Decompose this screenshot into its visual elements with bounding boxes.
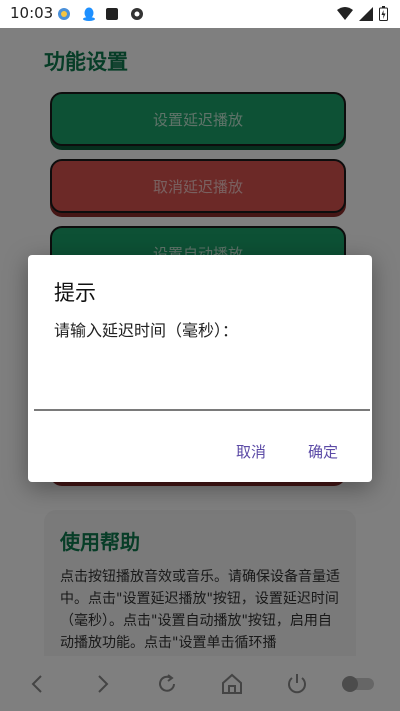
status-time: 10:03 — [10, 4, 54, 22]
delay-time-input[interactable] — [34, 355, 370, 411]
camera-icon — [131, 8, 143, 20]
dialog-cancel-button[interactable]: 取消 — [236, 441, 266, 462]
battery-icon — [379, 6, 388, 21]
qq-icon — [83, 7, 95, 21]
notification-box-icon — [106, 8, 118, 20]
delay-input-dialog: 提示 请输入延迟时间（毫秒）： 取消 确定 — [28, 255, 372, 482]
status-right-icons — [337, 6, 388, 21]
app-icon — [58, 8, 70, 20]
wifi-icon — [337, 6, 353, 20]
dialog-ok-button[interactable]: 确定 — [308, 441, 338, 462]
dialog-message: 请输入延迟时间（毫秒）： — [54, 321, 239, 340]
dialog-title: 提示 — [54, 281, 96, 305]
cell-signal-icon — [359, 6, 373, 21]
status-bar: 10:03 — [0, 0, 400, 28]
